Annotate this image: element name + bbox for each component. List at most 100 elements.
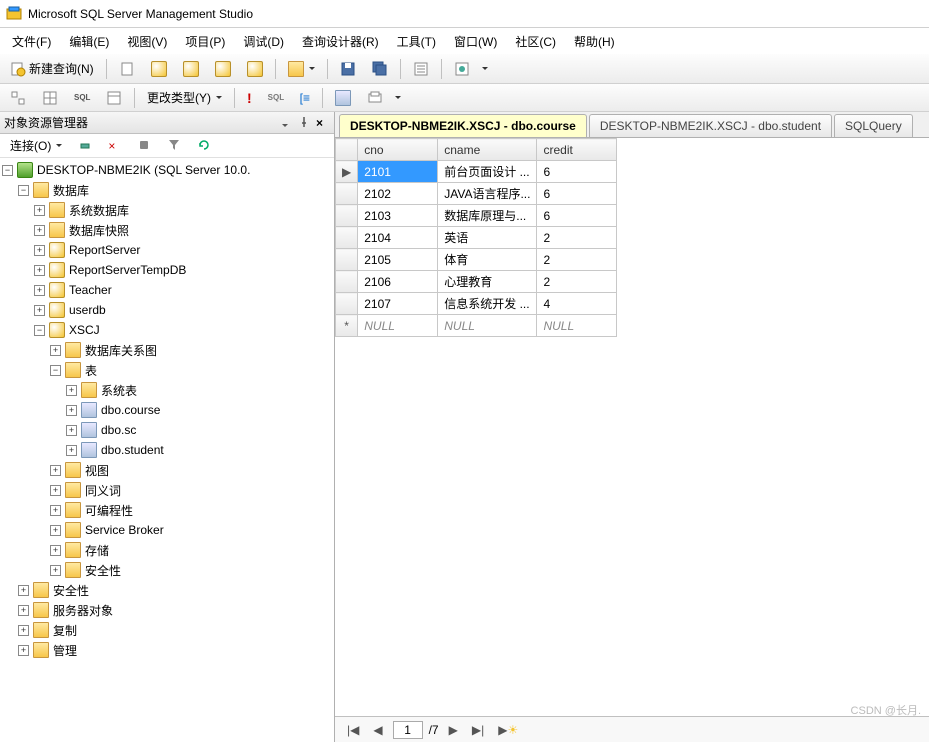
cell-cname[interactable]: 体育: [438, 249, 537, 271]
row-indicator[interactable]: [336, 205, 358, 227]
menu-query-designer[interactable]: 查询设计器(R): [294, 30, 387, 53]
tree-serverobjects[interactable]: +服务器对象: [0, 600, 334, 620]
table-row[interactable]: 2103数据库原理与...6: [336, 205, 617, 227]
tb-disconnect[interactable]: ×: [102, 136, 128, 156]
cell-credit[interactable]: 2: [537, 249, 617, 271]
cell-credit[interactable]: 4: [537, 293, 617, 315]
expand-icon[interactable]: +: [34, 225, 45, 236]
tree-snapshots[interactable]: +数据库快照: [0, 220, 334, 240]
tb-addtable[interactable]: [329, 87, 357, 109]
cell-cname[interactable]: 心理教育: [438, 271, 537, 293]
tb-properties[interactable]: [407, 58, 435, 80]
tb-open[interactable]: [282, 58, 321, 80]
expand-icon[interactable]: +: [50, 525, 61, 536]
cell-cname[interactable]: 英语: [438, 227, 537, 249]
table-row-new[interactable]: *NULLNULLNULL: [336, 315, 617, 337]
tb-results[interactable]: [100, 87, 128, 109]
pager-next[interactable]: ▶: [445, 723, 462, 737]
tb-db4[interactable]: [241, 58, 269, 80]
cell-cno[interactable]: 2104: [358, 227, 438, 249]
expand-icon[interactable]: +: [34, 245, 45, 256]
tree-teacher[interactable]: +Teacher: [0, 280, 334, 300]
chevron-down-icon[interactable]: [482, 67, 488, 70]
cell-cname[interactable]: 数据库原理与...: [438, 205, 537, 227]
cell-cno[interactable]: 2101: [358, 161, 438, 183]
cell-cno[interactable]: 2105: [358, 249, 438, 271]
tab-course[interactable]: DESKTOP-NBME2IK.XSCJ - dbo.course: [339, 114, 587, 137]
tb-db3[interactable]: [209, 58, 237, 80]
cell-cno[interactable]: 2102: [358, 183, 438, 205]
expand-icon[interactable]: +: [50, 545, 61, 556]
tb-stop[interactable]: [132, 136, 158, 156]
row-indicator[interactable]: [336, 249, 358, 271]
menu-edit[interactable]: 编辑(E): [61, 30, 117, 53]
data-grid[interactable]: cno cname credit ▶2101前台页面设计 ...62102JAV…: [335, 138, 617, 337]
chevron-down-icon[interactable]: [395, 96, 401, 99]
tb-connect-icon[interactable]: [72, 136, 98, 156]
expand-icon[interactable]: +: [34, 285, 45, 296]
col-credit[interactable]: credit: [537, 139, 617, 161]
tb-verify[interactable]: SQL: [262, 87, 290, 109]
cell-cno[interactable]: NULL: [358, 315, 438, 337]
collapse-icon[interactable]: −: [50, 365, 61, 376]
cell-cname[interactable]: 前台页面设计 ...: [438, 161, 537, 183]
row-indicator[interactable]: [336, 271, 358, 293]
table-row[interactable]: 2104英语2: [336, 227, 617, 249]
tb-filter[interactable]: [162, 136, 188, 156]
expand-icon[interactable]: +: [66, 385, 77, 396]
pager-current-input[interactable]: [393, 721, 423, 739]
cell-cname[interactable]: JAVA语言程序...: [438, 183, 537, 205]
tree-programmability[interactable]: +可编程性: [0, 500, 334, 520]
tree-replication[interactable]: +复制: [0, 620, 334, 640]
expand-icon[interactable]: +: [50, 485, 61, 496]
expand-icon[interactable]: +: [18, 585, 29, 596]
expand-icon[interactable]: +: [34, 205, 45, 216]
tb-save[interactable]: [334, 58, 362, 80]
cell-cno[interactable]: 2103: [358, 205, 438, 227]
expand-icon[interactable]: +: [66, 425, 77, 436]
expand-icon[interactable]: +: [50, 465, 61, 476]
expand-icon[interactable]: +: [66, 405, 77, 416]
tb-new-doc[interactable]: [113, 58, 141, 80]
pager-first[interactable]: |◀: [343, 723, 363, 737]
tb-addderived[interactable]: [361, 87, 389, 109]
tree-course[interactable]: +dbo.course: [0, 400, 334, 420]
expand-icon[interactable]: +: [34, 265, 45, 276]
cell-cname[interactable]: 信息系统开发 ...: [438, 293, 537, 315]
expand-icon[interactable]: +: [50, 565, 61, 576]
dropdown-icon[interactable]: [280, 116, 294, 130]
table-row[interactable]: 2105体育2: [336, 249, 617, 271]
tree-student[interactable]: +dbo.student: [0, 440, 334, 460]
table-row[interactable]: ▶2101前台页面设计 ...6: [336, 161, 617, 183]
table-row[interactable]: 2107信息系统开发 ...4: [336, 293, 617, 315]
close-icon[interactable]: ×: [316, 116, 330, 130]
tb-refresh[interactable]: [192, 136, 218, 156]
pager-prev[interactable]: ◀: [369, 723, 386, 737]
menu-community[interactable]: 社区(C): [507, 30, 564, 53]
collapse-icon[interactable]: −: [34, 325, 45, 336]
expand-icon[interactable]: +: [18, 625, 29, 636]
tb-grid[interactable]: [36, 87, 64, 109]
row-indicator[interactable]: ▶: [336, 161, 358, 183]
tree-reportservertemp[interactable]: +ReportServerTempDB: [0, 260, 334, 280]
cell-credit[interactable]: 2: [537, 271, 617, 293]
tree-xscj[interactable]: −XSCJ: [0, 320, 334, 340]
menu-window[interactable]: 窗口(W): [446, 30, 505, 53]
menu-file[interactable]: 文件(F): [4, 30, 59, 53]
tree-databases[interactable]: −数据库: [0, 180, 334, 200]
tb-db2[interactable]: [177, 58, 205, 80]
row-indicator[interactable]: [336, 183, 358, 205]
tree-servicebroker[interactable]: +Service Broker: [0, 520, 334, 540]
expand-icon[interactable]: +: [18, 605, 29, 616]
tb-save-all[interactable]: [366, 58, 394, 80]
menu-project[interactable]: 项目(P): [177, 30, 233, 53]
tree-diagrams[interactable]: +数据库关系图: [0, 340, 334, 360]
expand-icon[interactable]: +: [50, 505, 61, 516]
connect-button[interactable]: 连接(O): [4, 134, 68, 157]
pin-icon[interactable]: [298, 116, 312, 130]
tree-sc[interactable]: +dbo.sc: [0, 420, 334, 440]
collapse-icon[interactable]: −: [2, 165, 13, 176]
cell-cname[interactable]: NULL: [438, 315, 537, 337]
table-row[interactable]: 2106心理教育2: [336, 271, 617, 293]
tree-security[interactable]: +安全性: [0, 580, 334, 600]
